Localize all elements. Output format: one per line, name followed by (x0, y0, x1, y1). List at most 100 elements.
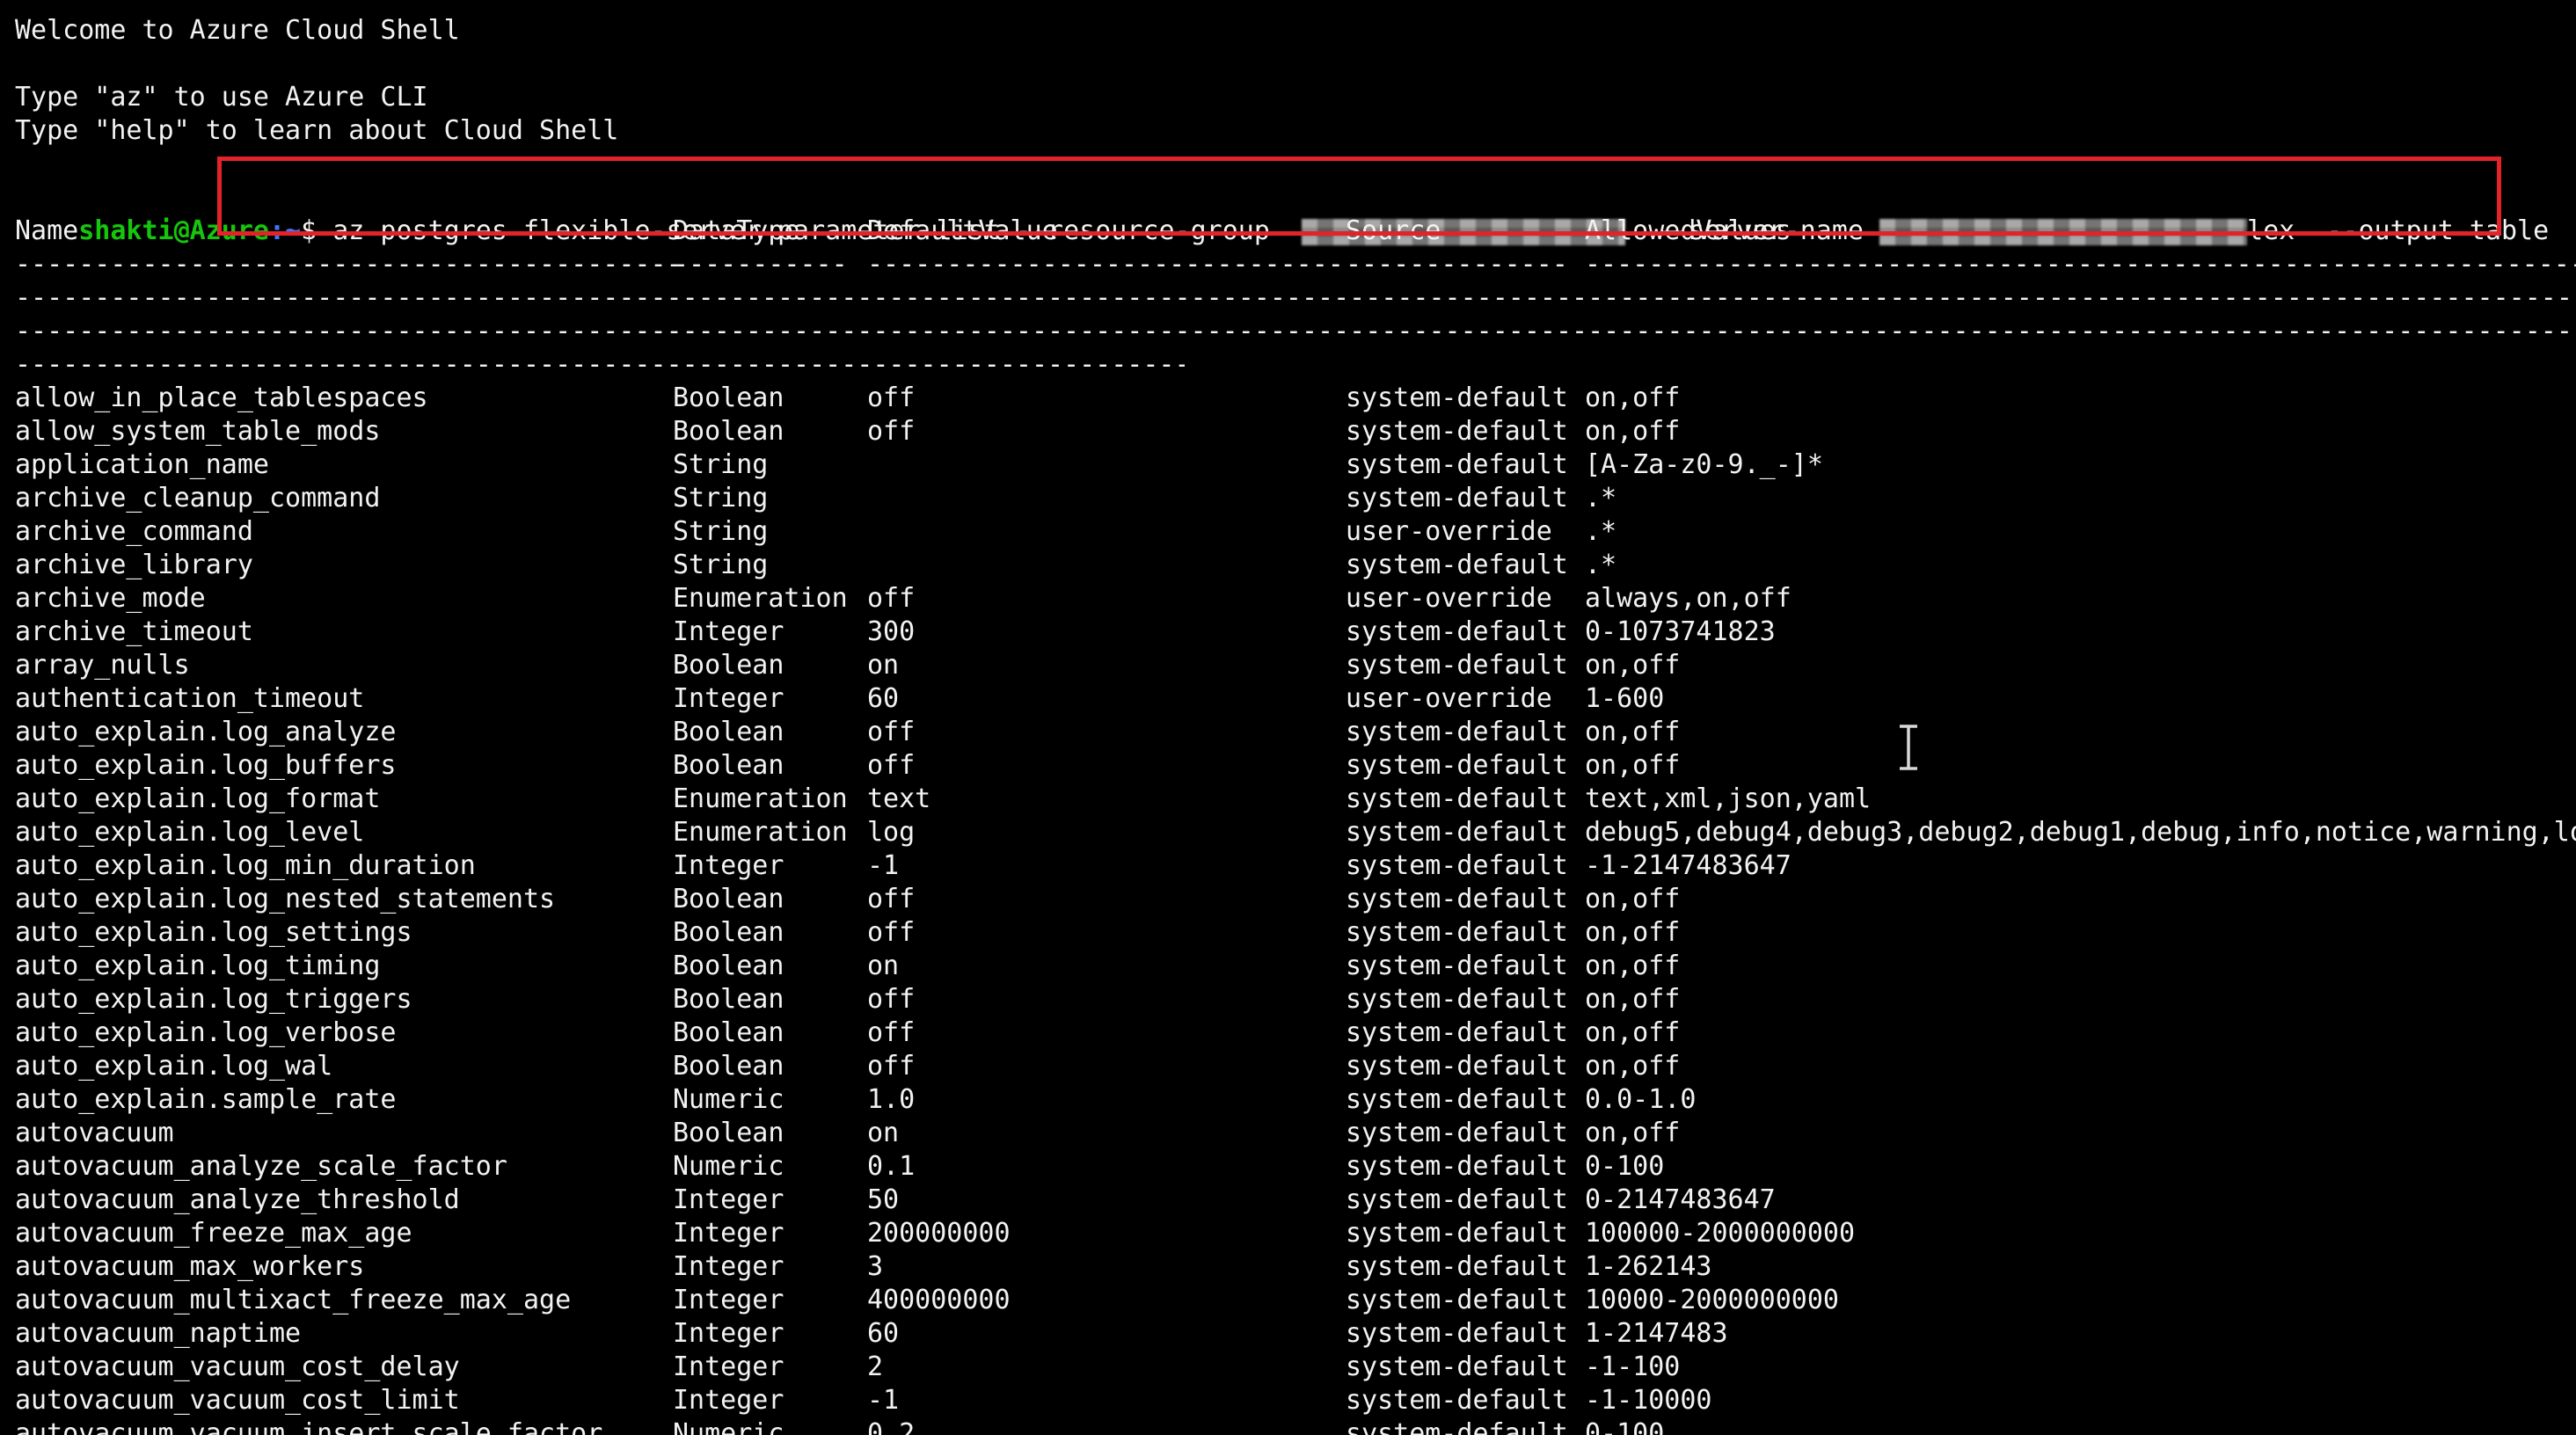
cell-defaultvalue: 60 (867, 1318, 900, 1349)
cell-defaultvalue: on (867, 650, 900, 681)
table-row: archive_library String system-default .* (15, 549, 2561, 582)
table-separator-1: ----------------------------------------… (15, 249, 2576, 280)
cell-allowedvalues: .* (1585, 483, 1617, 514)
cell-datatype: Boolean (673, 951, 784, 981)
cell-source: system-default (1346, 884, 1568, 914)
cell-name: archive_library (15, 550, 253, 580)
table-separator-2: ----------------------------------------… (15, 282, 2576, 313)
cell-name: autovacuum_freeze_max_age (15, 1218, 412, 1249)
table-row: auto_explain.log_settings Boolean off syste… (15, 916, 2561, 950)
cell-name: auto_explain.log_min_duration (15, 850, 476, 881)
cell-datatype: Integer (673, 1351, 784, 1382)
table-row: archive_command String user-override .* (15, 515, 2561, 549)
cell-allowedvalues: -1-100 (1585, 1351, 1681, 1382)
cell-name: archive_command (15, 516, 253, 547)
cell-defaultvalue: off (867, 416, 916, 447)
cell-allowedvalues: 0-2147483647 (1585, 1184, 1776, 1215)
cloud-shell-terminal[interactable]: Welcome to Azure Cloud Shell Type "az" t… (0, 0, 2576, 1435)
cell-defaultvalue: off (867, 717, 916, 747)
table-row: autovacuum Boolean on system-default on,off (15, 1117, 2561, 1150)
cell-allowedvalues: on,off (1585, 750, 1681, 781)
cell-datatype: Boolean (673, 884, 784, 914)
cell-datatype: Boolean (673, 917, 784, 948)
table-row: allow_system_table_mods Boolean off system-… (15, 415, 2561, 448)
cell-allowedvalues: on,off (1585, 416, 1681, 447)
table-row: autovacuum_vacuum_cost_limit Integer -1 sys… (15, 1384, 2561, 1417)
cell-allowedvalues: on,off (1585, 650, 1681, 681)
cell-defaultvalue: 400000000 (867, 1285, 1011, 1315)
command-line[interactable]: shakti@Azure:~$ az postgres flexible-ser… (15, 181, 2549, 246)
cell-source: user-override (1346, 683, 1552, 714)
cell-source: system-default (1346, 951, 1568, 981)
table-row: auto_explain.log_verbose Boolean off system… (15, 1016, 2561, 1050)
cell-name: autovacuum_max_workers (15, 1251, 365, 1282)
cell-datatype: Enumeration (673, 783, 848, 814)
cell-source: system-default (1346, 1251, 1568, 1282)
cell-defaultvalue: 3 (867, 1251, 884, 1282)
cell-datatype: Integer (673, 1218, 784, 1249)
cell-datatype: String (673, 550, 769, 580)
cell-datatype: Numeric (673, 1418, 784, 1435)
cell-datatype: String (673, 449, 769, 480)
cell-allowedvalues: .* (1585, 516, 1617, 547)
cell-defaultvalue: off (867, 1017, 916, 1048)
cell-source: system-default (1346, 1118, 1568, 1148)
cell-name: autovacuum (15, 1118, 174, 1148)
cell-datatype: String (673, 483, 769, 514)
cell-allowedvalues: [A-Za-z0-9._-]* (1585, 449, 1823, 480)
cell-defaultvalue: off (867, 583, 916, 614)
cell-datatype: Integer (673, 616, 784, 647)
cell-name: auto_explain.log_verbose (15, 1017, 397, 1048)
cell-datatype: Boolean (673, 416, 784, 447)
cell-source: system-default (1346, 1418, 1568, 1435)
cell-datatype: Enumeration (673, 583, 848, 614)
cell-datatype: Integer (673, 1318, 784, 1349)
cell-allowedvalues: 1-262143 (1585, 1251, 1712, 1282)
cell-source: system-default (1346, 449, 1568, 480)
table-row: auto_explain.sample_rate Numeric 1.0 system… (15, 1083, 2561, 1117)
cell-defaultvalue: -1 (867, 1385, 900, 1416)
cell-name: autovacuum_vacuum_cost_delay (15, 1351, 460, 1382)
cell-name: authentication_timeout (15, 683, 365, 714)
header-source: Source (1346, 215, 1441, 246)
cell-source: system-default (1346, 550, 1568, 580)
cell-datatype: Boolean (673, 382, 784, 413)
cell-datatype: Integer (673, 850, 784, 881)
cell-allowedvalues: 0-100 (1585, 1418, 1665, 1435)
cell-allowedvalues: on,off (1585, 884, 1681, 914)
table-row: autovacuum_vacuum_insert_scale_factor Num… (15, 1417, 2561, 1435)
cell-allowedvalues: on,off (1585, 1017, 1681, 1048)
cell-source: system-default (1346, 1285, 1568, 1315)
cell-name: auto_explain.sample_rate (15, 1084, 397, 1115)
cell-source: system-default (1346, 917, 1568, 948)
cell-datatype: Boolean (673, 717, 784, 747)
cell-allowedvalues: debug5,debug4,debug3,debug2,debug1,debug… (1585, 817, 2576, 848)
cell-source: system-default (1346, 616, 1568, 647)
cell-source: system-default (1346, 1017, 1568, 1048)
cell-allowedvalues: 1-2147483 (1585, 1318, 1728, 1349)
cell-defaultvalue: off (867, 917, 916, 948)
cell-name: array_nulls (15, 650, 190, 681)
cell-source: system-default (1346, 1151, 1568, 1182)
cell-datatype: Boolean (673, 984, 784, 1015)
table-row: autovacuum_freeze_max_age Integer 20000000… (15, 1217, 2561, 1250)
cell-source: user-override (1346, 583, 1552, 614)
cell-datatype: Boolean (673, 1017, 784, 1048)
cell-source: system-default (1346, 984, 1568, 1015)
cell-defaultvalue: 0.2 (867, 1418, 916, 1435)
table-row: autovacuum_vacuum_cost_delay Integer 2 syst… (15, 1351, 2561, 1384)
table-row: auto_explain.log_min_duration Integer -1 sy… (15, 849, 2561, 883)
cell-datatype: Boolean (673, 1051, 784, 1082)
table-row: archive_mode Enumeration off user-override a… (15, 582, 2561, 616)
cell-defaultvalue: -1 (867, 850, 900, 881)
cell-datatype: String (673, 516, 769, 547)
cell-name: autovacuum_vacuum_cost_limit (15, 1385, 460, 1416)
table-separator-3: ----------------------------------------… (15, 316, 2576, 346)
cell-datatype: Integer (673, 1385, 784, 1416)
cell-allowedvalues: on,off (1585, 951, 1681, 981)
table-row: auto_explain.log_format Enumeration text sy… (15, 783, 2561, 816)
cell-name: allow_system_table_mods (15, 416, 381, 447)
cell-datatype: Integer (673, 1285, 784, 1315)
cell-name: auto_explain.log_wal (15, 1051, 333, 1082)
cell-defaultvalue: 300 (867, 616, 916, 647)
